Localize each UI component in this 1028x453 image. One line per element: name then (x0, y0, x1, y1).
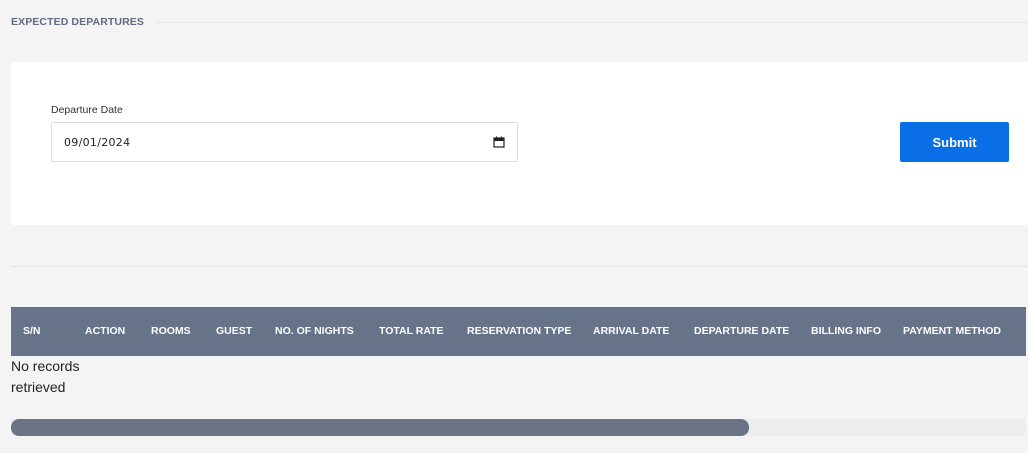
content-divider (11, 266, 1028, 267)
column-header-rooms[interactable]: ROOMS (151, 307, 191, 356)
column-header-action[interactable]: ACTION (85, 307, 125, 356)
submit-button[interactable]: Submit (900, 122, 1009, 162)
table-header: S/N ACTION ROOMS GUEST NO. OF NIGHTS TOT… (11, 307, 1026, 356)
column-header-payment-method[interactable]: PAYMENT METHOD (903, 307, 1001, 356)
column-header-sn[interactable]: S/N (23, 307, 41, 356)
section-header: EXPECTED DEPARTURES (11, 14, 1028, 30)
column-header-guest[interactable]: GUEST (216, 307, 252, 356)
table-body: No records retrieved (11, 356, 1026, 419)
column-header-arrival-date[interactable]: ARRIVAL DATE (593, 307, 669, 356)
departures-table: S/N ACTION ROOMS GUEST NO. OF NIGHTS TOT… (11, 307, 1026, 437)
column-header-reservation-type[interactable]: RESERVATION TYPE (467, 307, 571, 356)
column-header-total-rate[interactable]: TOTAL RATE (379, 307, 444, 356)
section-divider (155, 21, 1028, 23)
scrollbar-thumb[interactable] (11, 419, 749, 436)
column-header-nights[interactable]: NO. OF NIGHTS (275, 307, 354, 356)
page: EXPECTED DEPARTURES Departure Date 09/01… (0, 0, 1028, 453)
column-header-billing-info[interactable]: BILLING INFO (811, 307, 881, 356)
page-title: EXPECTED DEPARTURES (11, 16, 144, 28)
column-header-departure-date[interactable]: DEPARTURE DATE (694, 307, 789, 356)
filter-card: Departure Date 09/01/2024 Submit (11, 62, 1028, 225)
empty-state-message: No records retrieved (11, 358, 80, 395)
departure-date-input[interactable]: 09/01/2024 (51, 122, 518, 162)
horizontal-scrollbar[interactable] (11, 419, 1026, 436)
departure-date-label: Departure Date (51, 104, 123, 116)
departure-date-value[interactable]: 09/01/2024 (64, 136, 493, 149)
calendar-icon[interactable] (493, 136, 505, 148)
